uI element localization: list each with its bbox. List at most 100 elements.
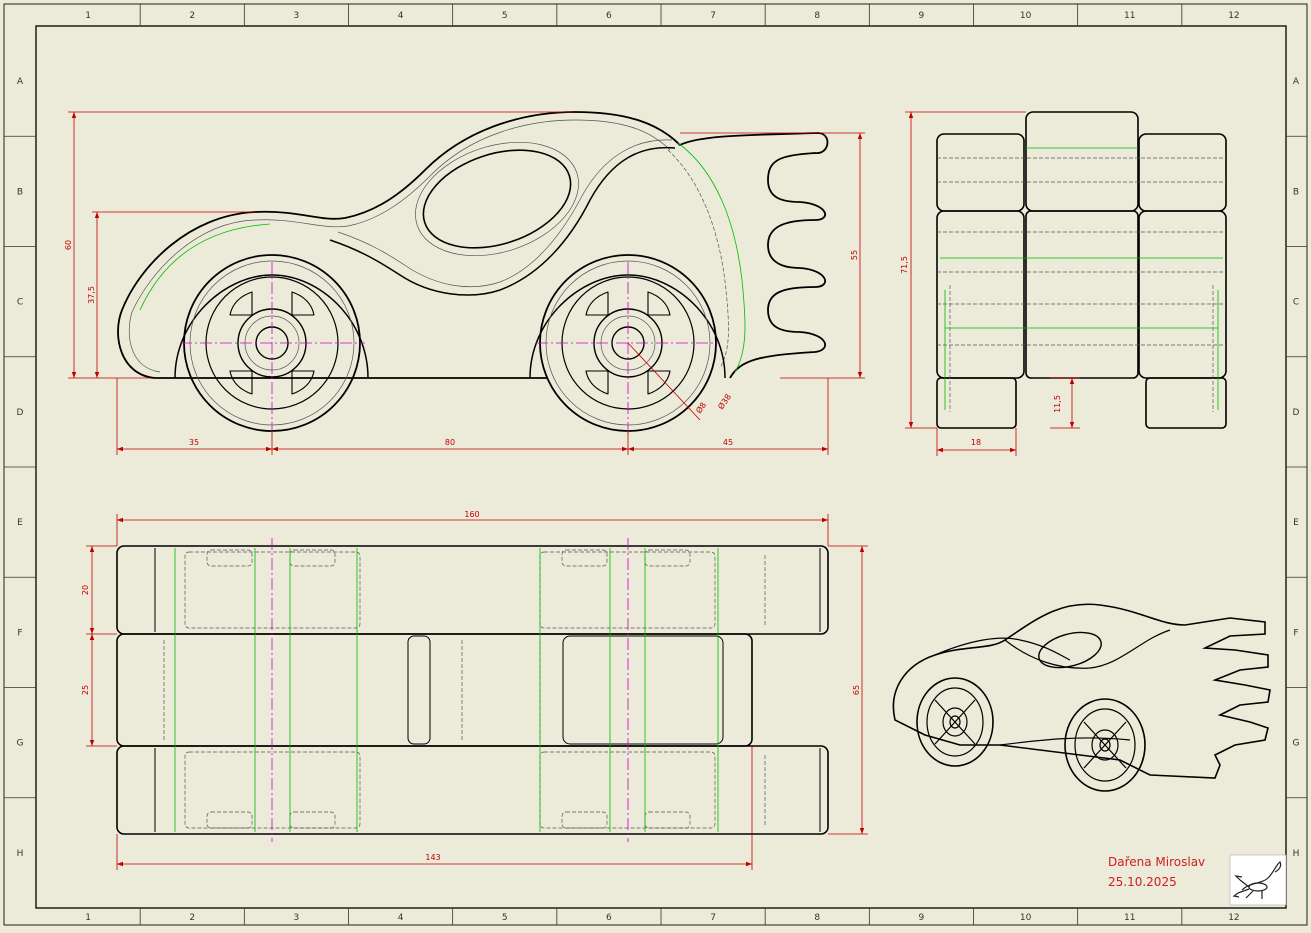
iso-rear-wheel (1064, 698, 1146, 792)
grid-row-label: A (17, 77, 24, 87)
dimension-arrowhead (117, 861, 123, 867)
grid-column-label: 3 (294, 11, 300, 21)
body-fillet-line (128, 119, 671, 373)
grid-row-label: H (1293, 849, 1300, 859)
dimension-arrowhead (272, 446, 278, 452)
grid-row-label: C (17, 298, 23, 308)
iso-window (1038, 631, 1102, 669)
body-swoop (329, 146, 676, 296)
front-view (936, 111, 1227, 429)
dimension-arrowhead (937, 447, 943, 453)
grid-column-label: 10 (1020, 11, 1032, 21)
dimension-lines (68, 111, 1080, 870)
grid-row-label: G (17, 739, 24, 749)
dimension-arrowhead (117, 446, 123, 452)
grid-column-label: 12 (1228, 11, 1239, 21)
dimension-arrowhead (89, 546, 95, 552)
dimension-arrowhead (117, 517, 123, 523)
dim-hub-diameter: Ø8 (693, 400, 708, 415)
dimension-arrowhead (857, 372, 863, 378)
tangent-edge-rear (677, 142, 746, 373)
grid-column-label: 9 (919, 913, 925, 923)
top-view-centerlines (271, 538, 629, 842)
grid-column-label: 3 (294, 913, 300, 923)
dim-tail-height: 55 (850, 250, 859, 260)
grid-row-label: G (1293, 739, 1300, 749)
iso-front-wheel (916, 677, 994, 767)
grid-labels: 112233445566778899101011111212A AB BC CD DE E… (4, 4, 1307, 925)
isometric-view (892, 603, 1271, 792)
dim-body-width: 25 (81, 685, 90, 695)
hidden-edge-rear (667, 149, 729, 369)
dimension-arrowhead (822, 446, 828, 452)
front-view-tangent-lines (940, 147, 1223, 410)
grid-row-label: C (1293, 298, 1299, 308)
grid-column-label: 6 (606, 11, 612, 21)
dim-overall-width: 65 (852, 685, 861, 695)
dim-ground-clearance: 11,5 (1053, 395, 1062, 413)
body-lower (1025, 210, 1139, 379)
side-window-fillet (415, 141, 579, 257)
dim-body-length: 143 (425, 853, 440, 862)
grid-column-label: 2 (189, 913, 195, 923)
dimension-arrowhead (628, 446, 634, 452)
dimension-arrowhead (859, 546, 865, 552)
grid-column-label: 7 (710, 11, 716, 21)
dim-overall-length: 160 (464, 510, 479, 519)
dim-overall-height: 60 (64, 240, 73, 250)
iso-swoop (1004, 629, 1171, 669)
dimension-arrowhead (89, 634, 95, 640)
grid-row-label: E (1293, 518, 1299, 528)
dimension-arrowhead (908, 422, 914, 428)
dimension-arrowhead (89, 740, 95, 746)
dimension-arrowhead (1069, 422, 1075, 428)
dim-wheel-track-part: 20 (81, 585, 90, 595)
dim-wheelbase: 80 (445, 438, 455, 447)
dim-wheel-diameter: Ø38 (715, 392, 733, 411)
side-view (117, 111, 829, 435)
inner-frame (35, 25, 1287, 909)
dimension-arrowhead (89, 628, 95, 634)
dimension-arrowhead (266, 446, 272, 452)
grid-column-label: 8 (814, 11, 820, 21)
grid-row-label: F (17, 628, 22, 638)
grid-column-label: 1 (85, 11, 91, 21)
side-window (422, 149, 572, 249)
grid-row-label: D (1293, 408, 1300, 418)
top-view (116, 538, 829, 842)
top-view-tangent-lines (174, 548, 719, 832)
grid-column-label: 11 (1124, 11, 1135, 21)
right-tire-bottom (1145, 377, 1227, 429)
grid-column-label: 4 (398, 913, 404, 923)
outer-border (3, 3, 1308, 926)
dim-rear-overhang: 45 (723, 438, 733, 447)
dim-wheel-width: 18 (971, 438, 981, 447)
grid-column-label: 5 (502, 11, 508, 21)
dimension-arrowhead (1010, 447, 1016, 453)
grid-column-label: 6 (606, 913, 612, 923)
grid-row-label: D (17, 408, 24, 418)
dimension-arrowhead (94, 212, 100, 218)
grid-row-label: B (1293, 187, 1299, 197)
wheel-centerlines (180, 262, 720, 435)
dimension-arrowhead (908, 112, 914, 118)
front-view-hidden-lines (937, 157, 1226, 412)
left-tire-bottom (936, 377, 1017, 429)
body-upper (1025, 111, 1139, 212)
body-outline (117, 111, 829, 379)
grid-column-label: 5 (502, 913, 508, 923)
dimension-arrows (71, 112, 1075, 867)
grid-column-label: 8 (814, 913, 820, 923)
dim-side-height: 71,5 (900, 256, 909, 274)
scorpion-logo (1229, 854, 1287, 906)
grid-row-label: E (17, 518, 23, 528)
dimension-arrowhead (822, 517, 828, 523)
top-wheel-strip (116, 545, 829, 635)
grid-row-label: A (1293, 77, 1300, 87)
top-view-hidden-lines (163, 549, 766, 829)
grid-column-label: 11 (1124, 913, 1135, 923)
dimension-arrowhead (71, 112, 77, 118)
grid-row-label: B (17, 187, 23, 197)
grid-row-label: F (1293, 628, 1298, 638)
dimension-arrowhead (94, 372, 100, 378)
